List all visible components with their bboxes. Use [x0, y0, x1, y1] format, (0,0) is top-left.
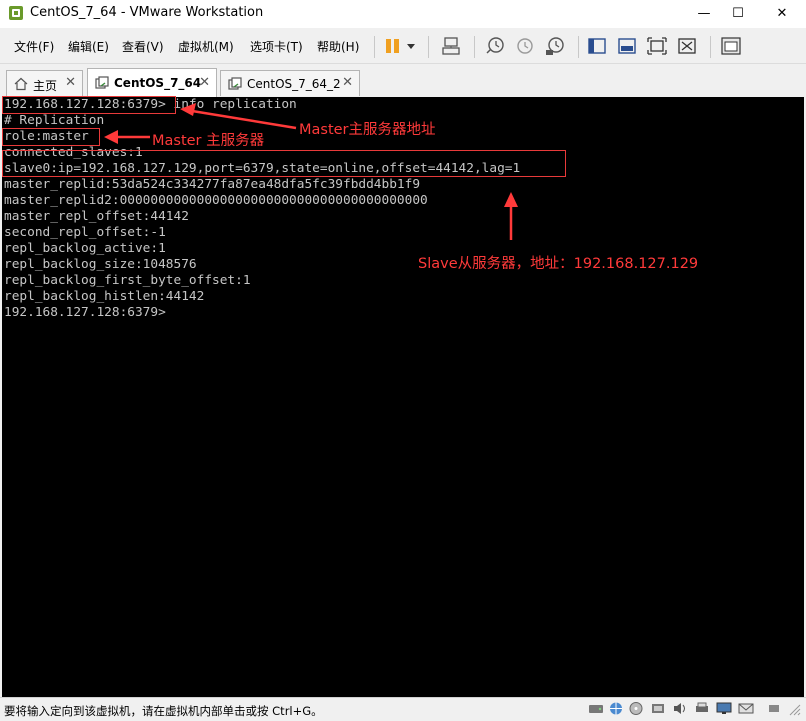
status-message: 要将输入定向到该虚拟机，请在虚拟机内部单击或按 Ctrl+G。: [4, 704, 323, 718]
close-button[interactable]: ✕: [762, 0, 802, 28]
annotation-master-address: Master主服务器地址: [299, 122, 436, 138]
sidebar-icon[interactable]: [586, 35, 608, 57]
snapshot-manager-icon[interactable]: [544, 35, 566, 57]
network-icon[interactable]: [608, 701, 624, 716]
tab-close-icon[interactable]: ✕: [65, 75, 76, 90]
terminal-line: master_replid:53da524c334277fa87ea48dfa5…: [4, 177, 421, 192]
terminal-line: repl_backlog_size:1048576: [4, 257, 197, 272]
usb-icon[interactable]: [650, 701, 666, 716]
menu-view[interactable]: 查看(V): [122, 38, 164, 55]
terminal-line: repl_backlog_active:1: [4, 241, 166, 256]
display-icon[interactable]: [716, 701, 732, 716]
annotation-master-role: Master 主服务器: [152, 133, 265, 149]
toolbar-separator: [474, 36, 475, 58]
cdrom-icon[interactable]: [628, 701, 644, 716]
vm-console[interactable]: 192.168.127.128:6379> info replication #…: [2, 97, 804, 697]
tab-home[interactable]: 主页 ✕: [6, 70, 83, 96]
vm-icon: [95, 76, 109, 89]
menu-help[interactable]: 帮助(H): [317, 38, 359, 55]
tab-close-icon[interactable]: ✕: [199, 75, 210, 90]
pause-icon[interactable]: [382, 35, 404, 57]
hdd-icon[interactable]: [588, 701, 604, 716]
tab-label: CentOS_7_64_2: [247, 77, 341, 91]
window-title: CentOS_7_64 - VMware Workstation: [30, 5, 264, 20]
console-view-icon[interactable]: [616, 35, 638, 57]
maximize-button[interactable]: ☐: [718, 0, 758, 28]
tab-centos-7-64[interactable]: CentOS_7_64 ✕: [87, 68, 217, 97]
printer-icon[interactable]: [694, 701, 710, 716]
terminal-line: 192.168.127.128:6379>: [4, 305, 166, 320]
unity-icon[interactable]: [676, 35, 698, 57]
menu-vm[interactable]: 虚拟机(M): [178, 38, 234, 55]
menu-file[interactable]: 文件(F): [14, 38, 54, 55]
tab-label: CentOS_7_64: [114, 76, 202, 90]
toolbar-separator: [374, 36, 375, 58]
usb-device-icon[interactable]: [766, 701, 782, 716]
resize-grip-icon[interactable]: [786, 701, 802, 716]
dropdown-arrow-icon[interactable]: [404, 35, 418, 57]
fullscreen-icon[interactable]: [646, 35, 668, 57]
terminal-line: # Replication: [4, 113, 105, 128]
menu-tabs[interactable]: 选项卡(T): [250, 38, 303, 55]
toolbar-separator: [578, 36, 579, 58]
tab-centos-7-64-2[interactable]: CentOS_7_64_2 ✕: [220, 70, 360, 96]
slave-info-highlight: [2, 150, 566, 177]
menu-edit[interactable]: 编辑(E): [68, 38, 109, 55]
vmware-app-icon: [9, 6, 23, 20]
terminal-line: repl_backlog_first_byte_offset:1: [4, 273, 251, 288]
terminal-line: master_replid2:0000000000000000000000000…: [4, 193, 428, 208]
terminal-line: second_repl_offset:-1: [4, 225, 166, 240]
annotation-slave-info: Slave从服务器，地址：192.168.127.129: [418, 256, 699, 272]
message-icon[interactable]: [738, 701, 754, 716]
toolbar-separator: [710, 36, 711, 58]
thumbnail-icon[interactable]: [720, 35, 742, 57]
snapshot-icon[interactable]: [484, 35, 506, 57]
send-keys-icon[interactable]: [440, 35, 462, 57]
master-address-highlight: [2, 96, 176, 114]
role-master-highlight: [2, 128, 100, 146]
tab-close-icon[interactable]: ✕: [342, 75, 353, 90]
toolbar-separator: [428, 36, 429, 58]
home-icon: [14, 77, 28, 91]
terminal-line: repl_backlog_histlen:44142: [4, 289, 205, 304]
revert-snapshot-icon[interactable]: [514, 35, 536, 57]
vm-icon: [228, 77, 242, 90]
title-bar: CentOS_7_64 - VMware Workstation — ☐ ✕: [0, 0, 806, 28]
terminal-line: master_repl_offset:44142: [4, 209, 189, 224]
sound-icon[interactable]: [672, 701, 688, 716]
tab-label: 主页: [33, 79, 58, 93]
